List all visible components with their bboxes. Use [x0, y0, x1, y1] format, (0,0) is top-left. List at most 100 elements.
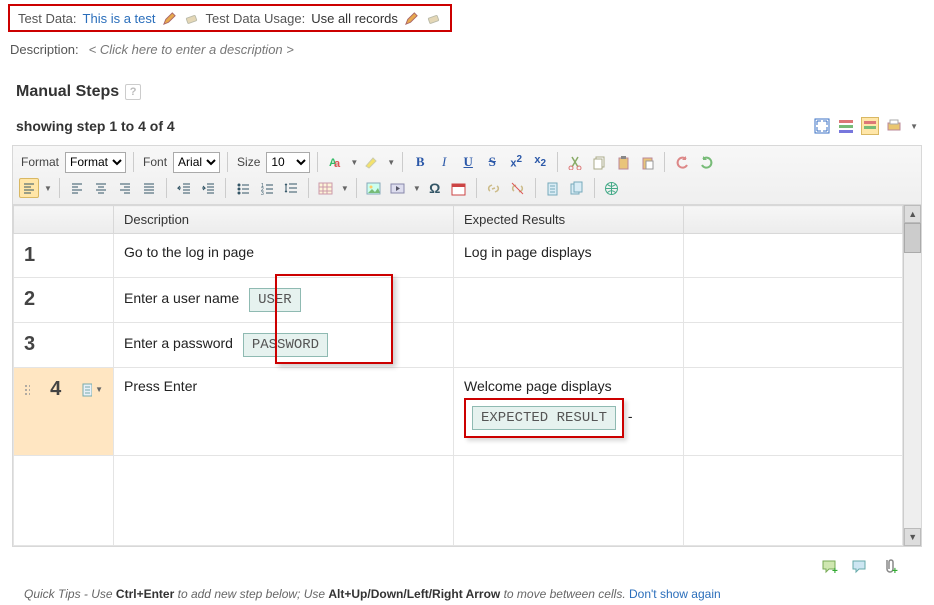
paste-icon[interactable]	[613, 152, 633, 172]
scroll-handle[interactable]	[904, 223, 921, 253]
step-number-cell-selected[interactable]: 4 ▼	[14, 368, 114, 456]
highlight-icon[interactable]	[362, 152, 382, 172]
align-right-icon[interactable]	[115, 178, 135, 198]
align-center-icon[interactable]	[91, 178, 111, 198]
font-select[interactable]: Arial	[173, 152, 220, 173]
vertical-scrollbar[interactable]: ▲ ▼	[903, 205, 921, 546]
step-number: 2	[24, 288, 35, 310]
bullet-list-icon[interactable]	[233, 178, 253, 198]
description-cell[interactable]: Press Enter	[114, 368, 454, 456]
blank-cell[interactable]	[684, 278, 903, 323]
indent-icon[interactable]	[198, 178, 218, 198]
attachment-add-icon[interactable]: +	[880, 557, 900, 577]
step-number: 3	[24, 333, 35, 355]
expand-icon[interactable]	[813, 117, 831, 135]
comment-icon[interactable]	[850, 557, 870, 577]
superscript-icon[interactable]: x2	[506, 152, 526, 172]
print-icon[interactable]	[885, 117, 903, 135]
document-icon[interactable]	[81, 383, 92, 397]
param-token[interactable]: USER	[249, 288, 301, 312]
description-placeholder[interactable]: < Click here to enter a description >	[89, 42, 294, 57]
table-row[interactable]	[14, 456, 903, 546]
copy-icon[interactable]	[589, 152, 609, 172]
col-expected-header[interactable]: Expected Results	[454, 206, 684, 234]
col-step-header[interactable]	[14, 206, 114, 234]
dropdown-arrow-icon[interactable]: ▼	[44, 184, 52, 193]
step-description: Press Enter	[124, 378, 197, 394]
drag-handle-icon[interactable]	[24, 383, 30, 397]
italic-icon[interactable]: I	[434, 152, 454, 172]
clipboard-list-icon[interactable]	[543, 178, 563, 198]
omega-icon[interactable]: Ω	[425, 178, 445, 198]
dropdown-arrow-icon[interactable]: ▼	[387, 158, 395, 167]
blank-cell[interactable]	[684, 368, 903, 456]
expected-cell[interactable]	[454, 323, 684, 368]
table-row[interactable]: 1 Go to the log in page Log in page disp…	[14, 234, 903, 278]
line-spacing-icon[interactable]	[281, 178, 301, 198]
outdent-icon[interactable]	[174, 178, 194, 198]
strike-icon[interactable]: S	[482, 152, 502, 172]
expected-cell[interactable]: Welcome page displays EXPECTED RESULT -	[454, 368, 684, 456]
subscript-icon[interactable]: x2	[530, 152, 550, 172]
eraser-icon[interactable]	[426, 10, 442, 26]
step-number: 4	[32, 378, 79, 401]
expected-cell[interactable]	[454, 278, 684, 323]
align-left-icon[interactable]	[67, 178, 87, 198]
step-number: 1	[24, 244, 35, 266]
dropdown-arrow-icon[interactable]: ▼	[350, 158, 358, 167]
help-icon[interactable]: ?	[125, 84, 141, 100]
step-description: Go to the log in page	[124, 244, 254, 260]
description-cell[interactable]: Enter a user name USER	[114, 278, 454, 323]
dropdown-arrow-icon[interactable]: ▼	[95, 385, 103, 394]
unlink-icon[interactable]	[508, 178, 528, 198]
align-left-icon[interactable]	[19, 178, 39, 198]
size-select[interactable]: 10	[266, 152, 310, 173]
steps-table: Description Expected Results 1 Go to the…	[13, 205, 903, 546]
step-counter: showing step 1 to 4 of 4	[16, 118, 175, 134]
link-icon[interactable]	[484, 178, 504, 198]
table-row[interactable]: 3 Enter a password PASSWORD	[14, 323, 903, 368]
image-icon[interactable]	[364, 178, 384, 198]
param-token[interactable]: PASSWORD	[243, 333, 328, 357]
list-view-icon[interactable]	[837, 117, 855, 135]
grid-view-icon[interactable]	[861, 117, 879, 135]
clipboard-copy-icon[interactable]	[567, 178, 587, 198]
test-data-bar: Test Data: This is a test Test Data Usag…	[8, 4, 452, 32]
col-description-header[interactable]: Description	[114, 206, 454, 234]
param-token[interactable]: EXPECTED RESULT	[472, 406, 616, 430]
undo-icon[interactable]	[672, 152, 692, 172]
bold-icon[interactable]: B	[410, 152, 430, 172]
calendar-icon[interactable]	[449, 178, 469, 198]
pencil-icon[interactable]	[162, 10, 178, 26]
scroll-up-icon[interactable]: ▲	[904, 205, 921, 223]
test-data-link[interactable]: This is a test	[83, 11, 156, 26]
format-select[interactable]: Format	[65, 152, 126, 173]
comment-add-icon[interactable]: +	[820, 557, 840, 577]
dropdown-arrow-icon[interactable]: ▼	[413, 184, 421, 193]
col-blank-header[interactable]	[684, 206, 903, 234]
cut-icon[interactable]	[565, 152, 585, 172]
blank-cell[interactable]	[684, 234, 903, 278]
table-icon[interactable]	[316, 178, 336, 198]
redo-icon[interactable]	[696, 152, 716, 172]
table-row[interactable]: 4 ▼ Press Enter Welcome page displays EX…	[14, 368, 903, 456]
eraser-icon[interactable]	[184, 10, 200, 26]
scroll-down-icon[interactable]: ▼	[904, 528, 921, 546]
align-justify-icon[interactable]	[139, 178, 159, 198]
video-icon[interactable]	[388, 178, 408, 198]
description-cell[interactable]: Enter a password PASSWORD	[114, 323, 454, 368]
font-color-icon[interactable]: Aa	[325, 152, 345, 172]
dropdown-arrow-icon[interactable]: ▼	[910, 122, 918, 131]
paste-special-icon[interactable]	[637, 152, 657, 172]
globe-icon[interactable]	[602, 178, 622, 198]
table-row[interactable]: 2 Enter a user name USER	[14, 278, 903, 323]
dropdown-arrow-icon[interactable]: ▼	[341, 184, 349, 193]
expected-cell[interactable]: Log in page displays	[454, 234, 684, 278]
dont-show-link[interactable]: Don't show again	[629, 587, 721, 601]
pencil-icon[interactable]	[404, 10, 420, 26]
number-list-icon[interactable]: 123	[257, 178, 277, 198]
underline-icon[interactable]: U	[458, 152, 478, 172]
format-label: Format	[19, 155, 61, 169]
blank-cell[interactable]	[684, 323, 903, 368]
description-cell[interactable]: Go to the log in page	[114, 234, 454, 278]
